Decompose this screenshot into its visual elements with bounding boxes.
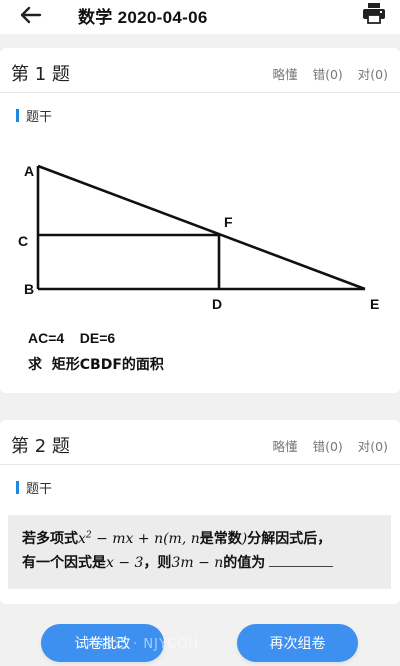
question-title: 第 2 题: [11, 436, 70, 457]
stem-marker: [16, 109, 19, 122]
point-label-e: E: [370, 296, 379, 312]
skim-button[interactable]: 略懂: [273, 64, 298, 83]
top-bar: 数学 2020-04-06: [0, 0, 400, 34]
wrong-count-button[interactable]: 错(0): [313, 436, 343, 455]
stem-text: ，则: [143, 555, 172, 571]
printer-icon[interactable]: [362, 2, 386, 24]
point-label-d: D: [212, 296, 222, 312]
math-text: 3m − n: [171, 555, 224, 571]
divider: [0, 464, 400, 465]
answer-blank: [269, 553, 334, 567]
stem-label: 题干: [16, 478, 52, 497]
stem-text: 分解因式后，: [247, 531, 332, 547]
divider: [0, 92, 400, 93]
question-actions: 略懂 错(0) 对(0): [273, 64, 388, 83]
math-text: − mx + n(m, n: [91, 531, 200, 547]
stem-line-1: 若多项式x2 − mx + n(m, n是常数)分解因式后，: [22, 527, 377, 551]
question-stem-box: 若多项式x2 − mx + n(m, n是常数)分解因式后， 有一个因式是x −…: [8, 515, 391, 589]
stem-line-2: 有一个因式是x − 3，则3m − n的值为: [22, 551, 377, 575]
stem-label: 题干: [16, 106, 52, 125]
stem-label-text: 题干: [26, 110, 53, 125]
stem-text: 有一个因式是: [22, 555, 106, 571]
right-count-button[interactable]: 对(0): [358, 64, 388, 83]
stem-marker: [16, 481, 19, 494]
stem-text: 若多项式: [22, 531, 78, 547]
stem-text: 是常数: [199, 531, 242, 547]
point-label-a: A: [24, 163, 34, 179]
point-label-c: C: [18, 233, 28, 249]
grade-paper-button[interactable]: 试卷批改: [41, 624, 164, 662]
skim-button[interactable]: 略懂: [273, 436, 298, 455]
arrow-left-icon[interactable]: [18, 4, 44, 26]
geometry-figure: A C B F D E AC=4 DE=6 求 矩形CBDF的面积: [18, 163, 379, 373]
stem-label-text: 题干: [26, 482, 53, 497]
question-card-1: 第 1 题 略懂 错(0) 对(0) 题干 A C B F D E AC=4 D…: [0, 48, 400, 393]
math-text: x − 3: [106, 555, 144, 571]
right-count-button[interactable]: 对(0): [358, 436, 388, 455]
question-title: 第 1 题: [11, 64, 70, 85]
page-title: 数学 2020-04-06: [78, 8, 208, 27]
stem-text: 的值为: [223, 555, 266, 571]
wrong-count-button[interactable]: 错(0): [313, 64, 343, 83]
given-text: AC=4 DE=6: [28, 330, 115, 346]
question-header: 第 1 题 略懂 错(0) 对(0): [0, 48, 400, 92]
ask-text: 求 矩形CBDF的面积: [28, 356, 164, 373]
point-label-b: B: [24, 281, 34, 297]
question-card-2: 第 2 题 略懂 错(0) 对(0) 题干 若多项式x2 − mx + n(m,…: [0, 420, 400, 604]
question-header: 第 2 题 略懂 错(0) 对(0): [0, 420, 400, 464]
math-text: x: [78, 531, 86, 547]
question-actions: 略懂 错(0) 对(0): [273, 436, 388, 455]
point-label-f: F: [224, 214, 233, 230]
regenerate-paper-button[interactable]: 再次组卷: [237, 624, 358, 662]
